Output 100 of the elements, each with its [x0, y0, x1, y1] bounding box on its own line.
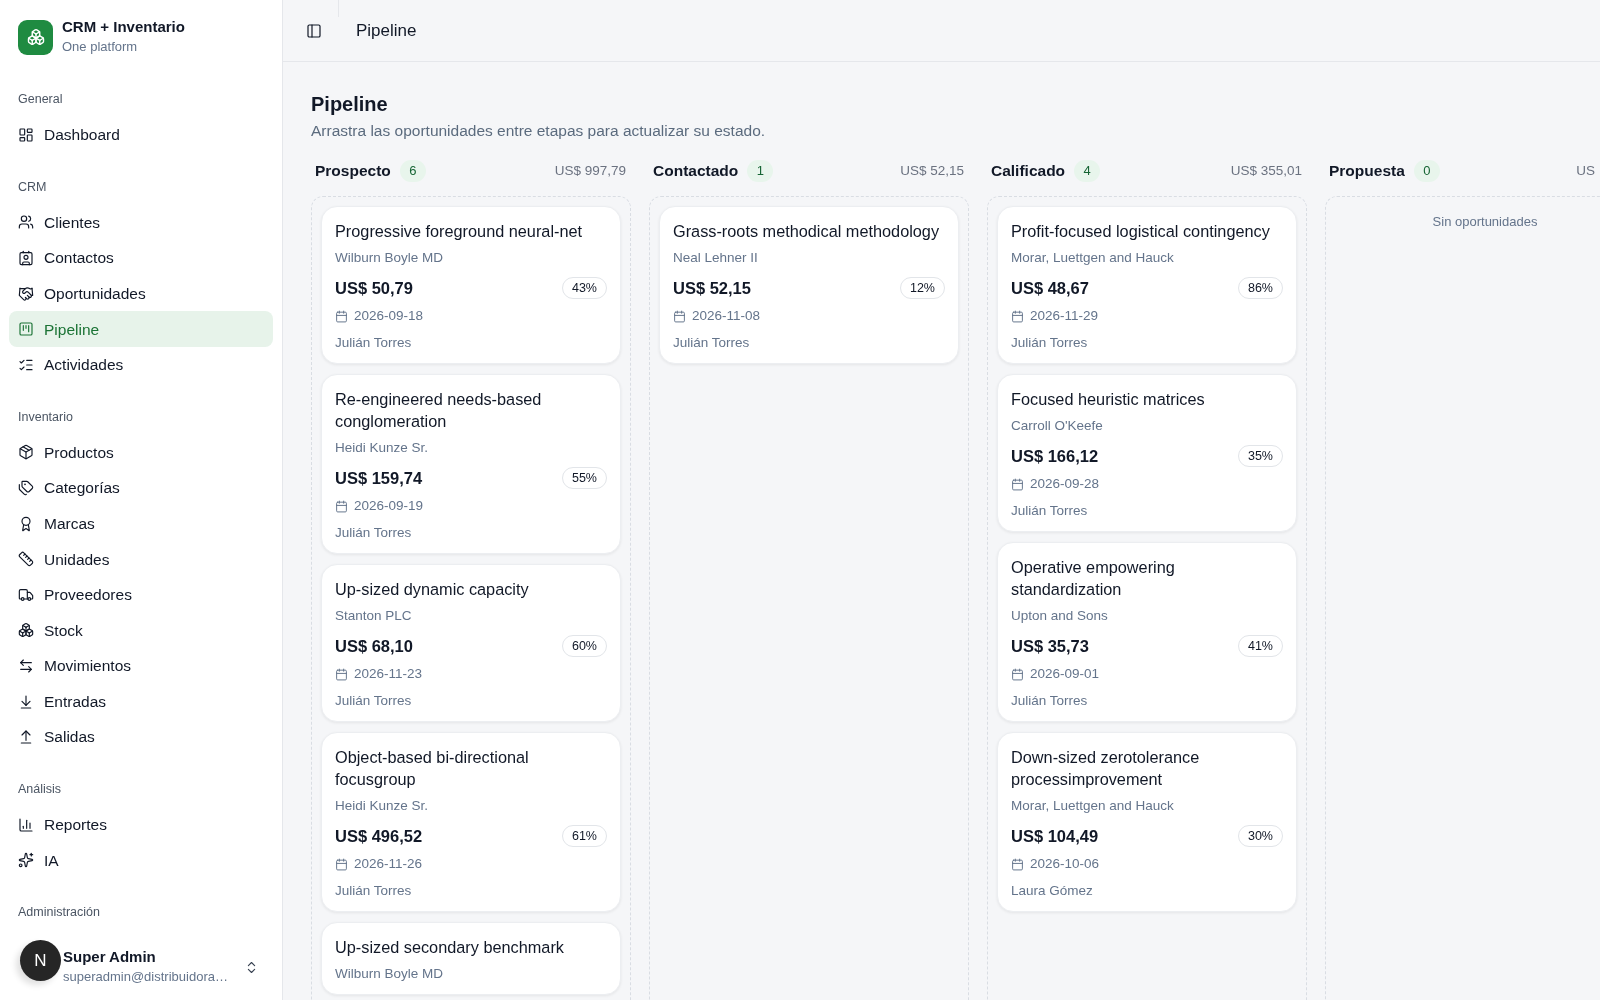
- section-label: Administración: [18, 904, 100, 922]
- card-company: Morar, Luettgen and Hauck: [1011, 797, 1175, 815]
- sidebar-item[interactable]: Categorías: [9, 470, 273, 506]
- card-company: Heidi Kunze Sr.: [335, 439, 430, 457]
- card-owner: Julián Torres: [335, 334, 413, 352]
- card-company: Morar, Luettgen and Hauck: [1011, 249, 1175, 267]
- deal-card[interactable]: Progressive foreground neural-net Wilburn Boyle MD US$ 50,79 43% 2026-09-18 Julián Torres: [321, 206, 621, 364]
- column-total: US$ 997,79: [554, 161, 626, 180]
- sidebar-item[interactable]: Oportunidades: [9, 275, 273, 312]
- user-email: superadmin@distribuidora…: [63, 968, 228, 987]
- sidebar-item[interactable]: Contactos: [9, 240, 273, 276]
- tags-icon: [18, 479, 34, 496]
- sidebar-item[interactable]: Stock: [9, 612, 273, 649]
- section-label: Inventario: [18, 408, 73, 426]
- truck-icon: [18, 586, 34, 603]
- card-owner: Julián Torres: [1011, 692, 1089, 710]
- card-owner: Julián Torres: [1011, 334, 1089, 352]
- card-company: Neal Lehner II: [673, 249, 759, 267]
- card-amount: US$ 48,67: [1011, 277, 1089, 299]
- handshake-icon: [18, 285, 34, 302]
- card-date: 2026-09-01: [1030, 664, 1100, 683]
- sidebar-item[interactable]: IA: [9, 842, 273, 879]
- card-amount: US$ 68,10: [335, 635, 413, 657]
- sparkles-icon: [18, 852, 34, 869]
- card-company: Upton and Sons: [1011, 607, 1109, 625]
- sidebar-item[interactable]: Dashboard: [9, 117, 273, 153]
- deal-card[interactable]: Re-engineered needs-based conglomeration Heidi Kunze Sr. US$ 159,74 55% 2026-09-19 Julián Torres: [321, 374, 621, 554]
- user-avatar[interactable]: N: [20, 940, 61, 982]
- brand-subtitle: One platform: [62, 38, 139, 56]
- deal-card[interactable]: Object-based bi-directional focusgroup Heidi Kunze Sr. US$ 496,52 61% 2026-11-26 Julián Torres: [321, 732, 621, 912]
- card-company: Heidi Kunze Sr.: [335, 797, 430, 815]
- kanban-icon: [18, 321, 34, 338]
- sidebar-item[interactable]: Movimientos: [9, 648, 273, 684]
- package-icon: [18, 444, 34, 461]
- deal-card[interactable]: Up-sized secondary benchmark Wilburn Boyle MD: [321, 922, 621, 995]
- calendar-icon: [335, 857, 348, 871]
- deal-card[interactable]: Down-sized zerotolerance processimprovement Morar, Luettgen and Hauck US$ 104,49 30% 2026-10-06 Laura Gómez: [997, 732, 1297, 912]
- card-amount: US$ 104,49: [1011, 825, 1099, 847]
- logo-icon: [18, 19, 53, 55]
- page-title: Pipeline: [311, 92, 389, 116]
- card-company: Carroll O'Keefe: [1011, 417, 1104, 435]
- sidebar-item[interactable]: Entradas: [9, 683, 273, 720]
- card-date: 2026-09-28: [1030, 474, 1100, 493]
- calendar-icon: [335, 499, 348, 513]
- deal-card[interactable]: Profit-focused logistical contingency Morar, Luettgen and Hauck US$ 48,67 86% 2026-11-29 Julián Torres: [997, 206, 1297, 364]
- sidebar-item[interactable]: Marcas: [9, 505, 273, 542]
- download-icon: [18, 693, 34, 710]
- column-total: US$ 52,15: [900, 161, 964, 180]
- bar-chart-icon: [18, 816, 34, 833]
- card-company: Wilburn Boyle MD: [335, 965, 445, 983]
- sidebar-item[interactable]: Unidades: [9, 541, 273, 577]
- section-label: General: [18, 91, 63, 109]
- deal-card[interactable]: Focused heuristic matrices Carroll O'Keefe US$ 166,12 35% 2026-09-28 Julián Torres: [997, 374, 1297, 532]
- calendar-icon: [335, 667, 348, 681]
- card-owner: Julián Torres: [335, 524, 413, 542]
- brand-title: CRM + Inventario: [62, 17, 185, 37]
- card-amount: US$ 496,52: [335, 825, 423, 847]
- contact-card-icon: [18, 250, 34, 266]
- column-title: Contactado: [653, 161, 739, 182]
- card-title: Progressive foreground neural-net: [335, 221, 584, 242]
- calendar-icon: [1011, 309, 1024, 323]
- card-date: 2026-11-23: [354, 664, 423, 683]
- column-total: US$ 355,01: [1230, 161, 1302, 180]
- column-title: Calificado: [991, 161, 1066, 182]
- swap-arrows-icon: [18, 657, 34, 674]
- card-owner: Julián Torres: [1011, 502, 1089, 520]
- card-amount: US$ 166,12: [1011, 445, 1099, 467]
- ribbon-icon: [18, 515, 34, 532]
- count-badge: 6: [399, 160, 426, 182]
- card-title: Operative empowering standardization: [1011, 557, 1176, 600]
- ruler-icon: [18, 551, 34, 568]
- card-amount: US$ 52,15: [673, 277, 751, 299]
- card-amount: US$ 159,74: [335, 467, 423, 489]
- card-title: Object-based bi-directional focusgroup: [335, 747, 530, 790]
- column-title: Propuesta: [1329, 161, 1405, 182]
- sidebar-item[interactable]: Pipeline: [9, 311, 273, 347]
- card-title: Up-sized secondary benchmark: [335, 937, 565, 958]
- sidebar-item[interactable]: Clientes: [9, 204, 273, 241]
- users-icon: [18, 214, 34, 231]
- card-title: Up-sized dynamic capacity: [335, 579, 530, 600]
- card-date: 2026-11-08: [692, 306, 761, 325]
- deal-card[interactable]: Up-sized dynamic capacity Stanton PLC US$ 68,10 60% 2026-11-23 Julián Torres: [321, 564, 621, 722]
- card-amount: US$ 50,79: [335, 277, 413, 299]
- sidebar-item[interactable]: Productos: [9, 434, 273, 471]
- calendar-icon: [335, 309, 348, 323]
- sidebar-item[interactable]: Actividades: [9, 346, 273, 383]
- card-title: Focused heuristic matrices: [1011, 389, 1206, 410]
- user-name: Super Admin: [63, 947, 157, 968]
- page-subtitle: Arrastra las oportunidades entre etapas para actualizar su estado.: [311, 121, 767, 141]
- calendar-icon: [1011, 857, 1024, 871]
- card-amount: US$ 35,73: [1011, 635, 1089, 657]
- sidebar-item[interactable]: Proveedores: [9, 576, 273, 613]
- grid-icon: [18, 126, 34, 143]
- header-title: Pipeline: [356, 19, 417, 42]
- sidebar-item[interactable]: Salidas: [9, 719, 273, 755]
- boxes-icon: [18, 622, 34, 639]
- deal-card[interactable]: Grass-roots methodical methodology Neal Lehner II US$ 52,15 12% 2026-11-08 Julián Torres: [659, 206, 959, 364]
- sidebar-item[interactable]: Reportes: [9, 806, 273, 843]
- card-date: 2026-11-26: [354, 854, 423, 873]
- deal-card[interactable]: Operative empowering standardization Upton and Sons US$ 35,73 41% 2026-09-01 Julián Torres: [997, 542, 1297, 722]
